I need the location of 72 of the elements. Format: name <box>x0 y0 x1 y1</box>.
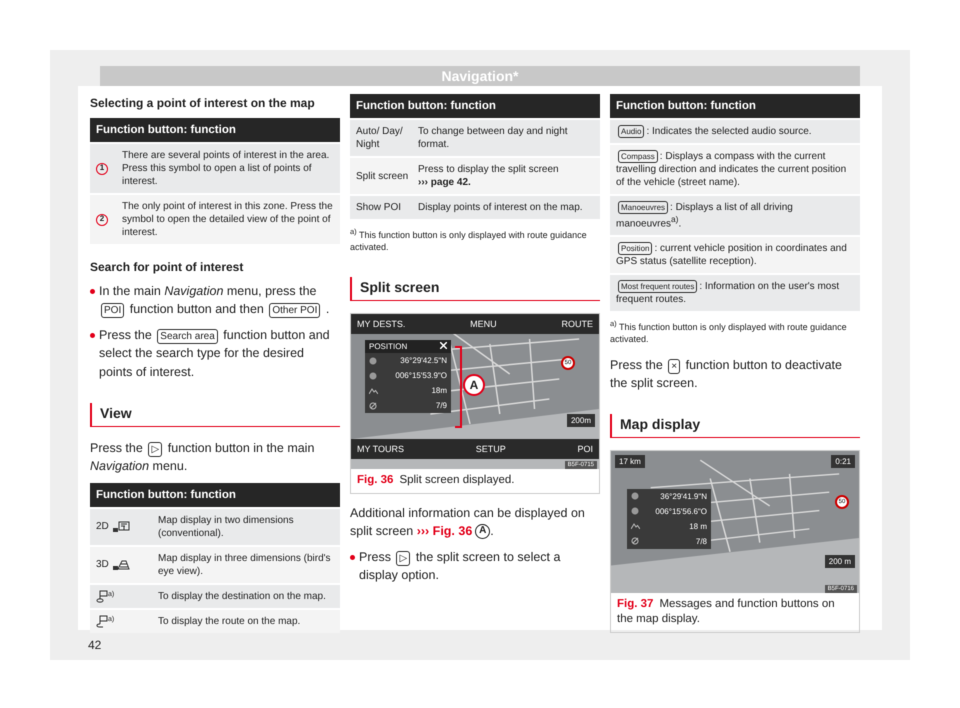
table-header: Function button: function <box>350 94 600 118</box>
bullet-icon <box>350 555 355 560</box>
panel-value: 7/8 <box>696 536 707 546</box>
panel-value: 36°29'41.9"N <box>660 492 707 501</box>
table-header: Function button: function <box>90 118 340 142</box>
body-text: Press the × function button to deactivate the split screen. <box>610 356 843 392</box>
footnote: $^{a)}$ This function button is only displayed with route guidance activated. <box>350 227 588 254</box>
footnote: $^{a)}$ This function button is only displayed with route guidance activated. <box>610 319 848 346</box>
function-name: Show POI <box>356 201 402 214</box>
time-label: 0:21 <box>831 454 855 468</box>
distance-label: 17 km <box>615 454 645 468</box>
body-text: In the main Navigation menu, press the POI function button and then Other POI . <box>99 283 330 318</box>
function-name: Split screen <box>356 170 408 182</box>
panel-value: 006°15'53.9"O <box>395 371 447 380</box>
map-2d-icon <box>112 520 130 533</box>
satellite-icon <box>369 402 378 410</box>
figure-caption: Fig. 37 Messages and function buttons on the map display. <box>616 596 836 628</box>
panel-value: 7/9 <box>436 401 447 410</box>
figure-link[interactable]: ››› Fig. 36 <box>416 524 472 538</box>
figure-caption: Fig. 36 Split screen displayed. <box>356 473 516 488</box>
panel-value: 36°29'42.5"N <box>400 356 447 366</box>
route-flag-icon <box>96 614 108 628</box>
table-cell-text: To display the destination on the map. <box>158 590 327 603</box>
destination-flag-icon <box>96 590 108 603</box>
table-cell-text: To change between day and night format. <box>418 125 569 151</box>
table-cell-text: Press to display the split screen ››› page 42. <box>418 163 560 189</box>
panel-value: 18m <box>431 386 447 396</box>
map-3d-icon <box>112 558 130 571</box>
panel-value: 006°15'56.6"O <box>655 506 707 516</box>
menu-tab[interactable]: MENU <box>470 319 497 330</box>
table-cell-text: Manoeuvres : Displays a list of all driving manoeuvres$^{a)}$. <box>616 201 794 230</box>
scale-label: 200m <box>566 414 595 428</box>
function-name: 3D <box>96 558 109 572</box>
subheading: Selecting a point of interest on the map <box>90 96 316 110</box>
callout-marker: 2 <box>96 214 108 226</box>
table-cell-text: To display the route on the map. <box>158 614 302 628</box>
page-number: 42 <box>87 637 102 654</box>
body-text: Press the ▷ function button in the main Navigation menu. <box>90 440 316 475</box>
section-heading: Map display <box>610 414 860 438</box>
menu-tab[interactable]: ROUTE <box>561 319 593 330</box>
body-text: Press ▷ the split screen to select a display option. <box>359 549 562 584</box>
table-cell-text: Position : current vehicle position in coordinates and GPS status (satellite reception). <box>616 242 848 268</box>
function-name: Auto/ Day/ Night <box>356 125 404 151</box>
table-cell-text: Map display in three dimensions (bird's eye view). <box>158 552 332 578</box>
callout-marker: 1 <box>96 162 108 174</box>
table-cell: The only point of interest in this zone. Press the symbol to open the detailed view of the point of interest. <box>122 200 334 239</box>
menu-tab[interactable]: MY DESTS. <box>357 319 406 330</box>
menu-tab[interactable]: SETUP <box>476 444 506 454</box>
body-text: Additional information can be displayed on split screen ››› Fig. 36 A . <box>350 504 586 540</box>
mountain-icon <box>369 388 378 394</box>
satellite-icon <box>631 537 640 546</box>
body-text: Press the Search area function button and select the search type for the desired points of interest. <box>99 327 331 381</box>
menu-tab[interactable]: POI <box>577 444 593 454</box>
table-cell-text: Compass : Displays a compass with the current travelling direction and indicates the current position of the vehicle (street name). <box>616 150 848 189</box>
table-cell: Audio : Indicates the selected audio source. <box>616 125 854 138</box>
table-header: Function button: function <box>90 482 340 507</box>
bullet-icon <box>90 333 95 338</box>
panel-value: 18 m <box>689 522 707 531</box>
subheading: Search for point of interest <box>90 260 244 274</box>
mountain-icon <box>631 523 640 530</box>
table-header: Function button: function <box>610 94 860 118</box>
bullet-icon <box>90 289 95 294</box>
table-cell-text: Display points of interest on the map. <box>418 201 584 214</box>
section-heading: Split screen <box>350 277 600 302</box>
menu-tab[interactable]: MY TOURS <box>357 444 404 454</box>
function-name: 2D <box>96 520 109 534</box>
panel-title: POSITION <box>369 342 408 352</box>
section-heading: View <box>90 402 340 427</box>
close-icon[interactable] <box>440 342 447 350</box>
table-cell-text: Map display in two dimensions (conventional). <box>158 514 295 540</box>
table-cell-text: There are several points of interest in the area. Press this symbol to open a list of points of interest. <box>122 149 330 188</box>
table-cell-text: Most frequent routes : Information on the user's most frequent routes. <box>616 280 840 306</box>
